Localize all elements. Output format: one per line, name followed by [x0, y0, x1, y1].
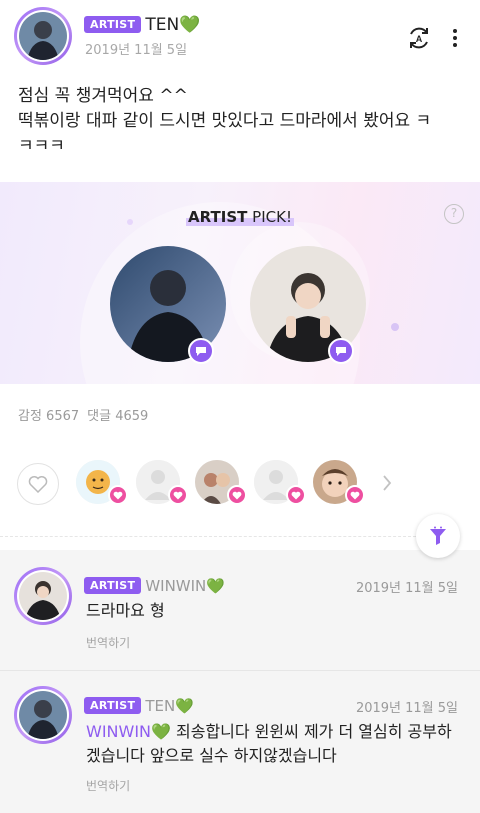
pick-title-rest: PICK! [247, 208, 292, 226]
comment-filter-button[interactable] [416, 514, 460, 558]
post-header: ARTIST TEN💚 2019년 11월 5일 A [0, 0, 480, 72]
comment-list: ARTIST WINWIN💚 2019년 11월 5일 드라마요 형 번역하기 A… [0, 550, 480, 813]
pick-title-bold: ARTIST [188, 208, 248, 226]
commenter-avatar[interactable] [14, 567, 72, 625]
chat-bubble-icon[interactable] [328, 338, 354, 364]
heart-icon [168, 485, 188, 505]
author-name[interactable]: TEN💚 [145, 15, 200, 35]
heart-outline-icon [28, 476, 48, 493]
commenter-name[interactable]: WINWIN💚 [145, 577, 225, 595]
comment-item: ARTIST TEN💚 2019년 11월 5일 WINWIN💚 죄송합니다 윈윈… [0, 671, 480, 813]
artist-pick-banner: ARTIST PICK! ? [0, 182, 480, 384]
help-icon[interactable]: ? [444, 204, 464, 224]
comment-item: ARTIST WINWIN💚 2019년 11월 5일 드라마요 형 번역하기 [0, 550, 480, 670]
filter-funnel-icon [430, 526, 446, 545]
svg-text:A: A [416, 34, 423, 44]
post-body: 점심 꼭 챙겨먹어요 ^^ 떡볶이랑 대파 같이 드시면 맛있다고 드마라에서 … [18, 84, 468, 159]
emotion-count[interactable]: 감정 6567 [18, 409, 79, 424]
heart-icon [286, 485, 306, 505]
translate-link[interactable]: 번역하기 [86, 777, 130, 794]
like-button[interactable] [17, 463, 59, 505]
heart-icon [345, 485, 365, 505]
chevron-right-icon[interactable] [382, 473, 392, 497]
section-divider [0, 536, 416, 537]
chat-bubble-icon[interactable] [188, 338, 214, 364]
artist-badge: ARTIST [84, 697, 142, 714]
comment-date: 2019년 11월 5일 [355, 701, 458, 716]
heart-icon [108, 485, 128, 505]
post-text-line: 떡볶이랑 대파 같이 드시면 맛있다고 드마라에서 봤어요 ㅋ [18, 111, 432, 131]
comment-text: WINWIN💚 죄송합니다 윈윈씨 제가 더 열심히 공부하겠습니다 앞으로 실… [86, 720, 456, 768]
comment-date: 2019년 11월 5일 [355, 581, 458, 596]
heart-icon [227, 485, 247, 505]
reaction-row [0, 458, 480, 510]
artist-badge: ARTIST [84, 16, 142, 33]
artist-badge: ARTIST [84, 577, 142, 594]
comment-text: 드라마요 형 [86, 601, 165, 620]
commenter-avatar[interactable] [14, 686, 72, 744]
post-text-line: 점심 꼭 챙겨먹어요 ^^ [18, 86, 188, 106]
author-avatar[interactable] [14, 7, 72, 65]
translate-icon[interactable]: A [405, 24, 433, 52]
comment-count[interactable]: 댓글 4659 [87, 409, 148, 424]
post-stats: 감정 6567 댓글 4659 [18, 405, 156, 424]
translate-link[interactable]: 번역하기 [86, 634, 130, 651]
mention-link[interactable]: WINWIN💚 [86, 722, 171, 741]
artist-pick-title: ARTIST PICK! [0, 208, 480, 226]
post-date: 2019년 11월 5일 [85, 43, 188, 58]
post-text-line: ㅋㅋㅋ [18, 136, 65, 156]
more-vertical-icon[interactable] [450, 28, 460, 48]
commenter-name[interactable]: TEN💚 [145, 697, 194, 715]
